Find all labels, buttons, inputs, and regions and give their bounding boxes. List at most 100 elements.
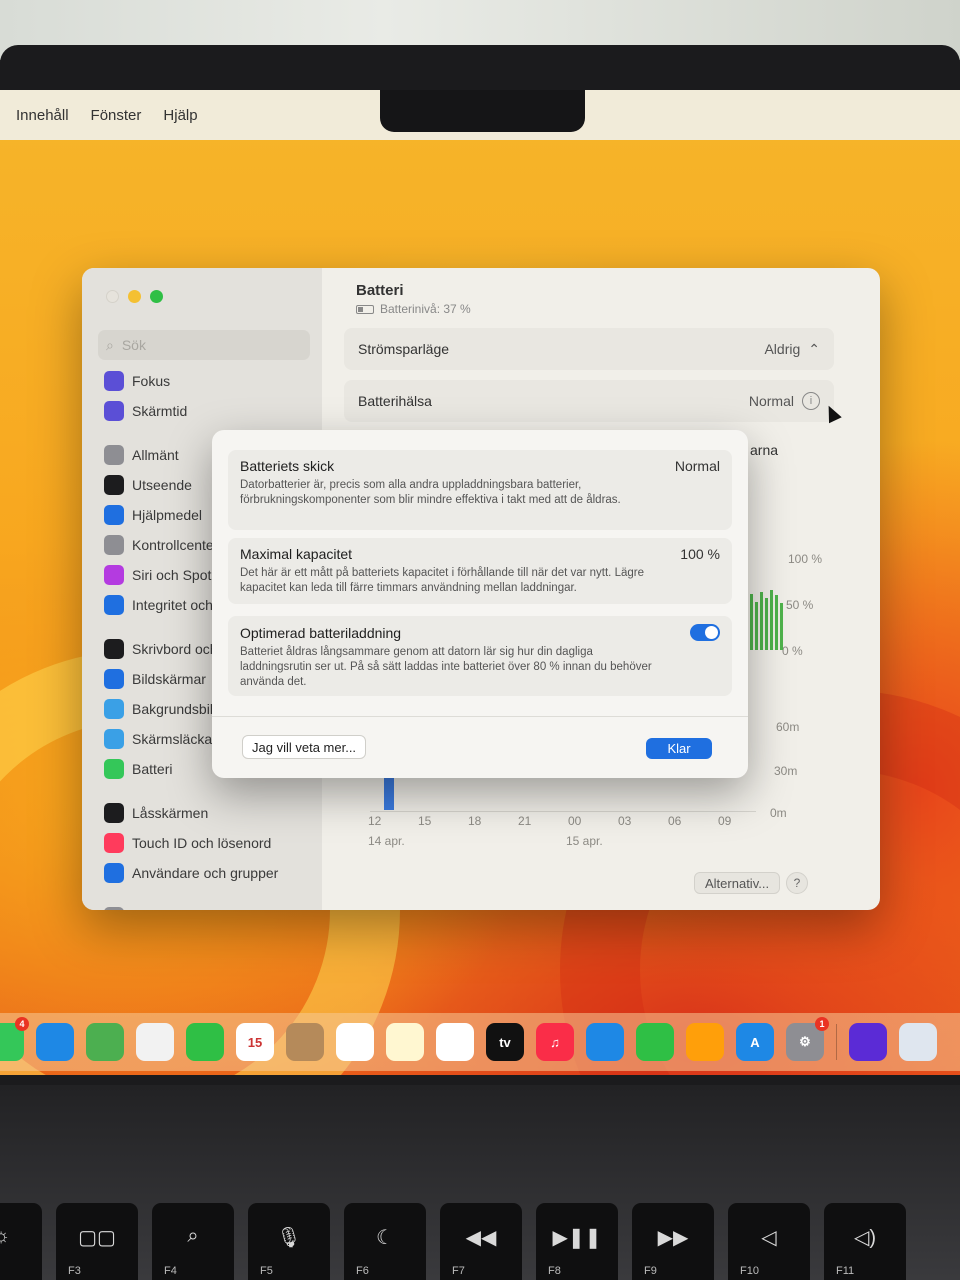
key-label: F7 — [452, 1265, 465, 1277]
key-label: F4 — [164, 1265, 177, 1277]
dock-icon-glyph: ♫ — [550, 1034, 560, 1050]
zoom-button[interactable] — [150, 290, 163, 303]
battery-level: Batterinivå: 37 % — [356, 302, 471, 316]
contacts-icon[interactable] — [286, 1023, 324, 1061]
sidebar-item-label: Lösenord — [132, 909, 190, 910]
battery-health-label: Batterihälsa — [358, 393, 432, 409]
pct-axis-label: 50 % — [786, 598, 814, 612]
search-field[interactable]: ⌕ Sök — [98, 330, 310, 360]
sidebar-item[interactable]: Fokus — [104, 366, 314, 396]
battery-level-text: Batterinivå: 37 % — [380, 302, 471, 316]
battery-condition-desc: Datorbatterier är, precis som alla andra… — [240, 479, 621, 506]
keynote-icon[interactable] — [586, 1023, 624, 1061]
function-key[interactable]: ▶❚❚ F8 — [536, 1203, 618, 1280]
pages-icon[interactable] — [686, 1023, 724, 1061]
sidebar-item[interactable]: Skärmtid — [104, 396, 314, 426]
function-key[interactable]: ⌕ F4 — [152, 1203, 234, 1280]
preview-icon[interactable] — [899, 1023, 937, 1061]
numbers-icon[interactable] — [636, 1023, 674, 1061]
search-placeholder: Sök — [121, 337, 146, 353]
photos-icon[interactable] — [136, 1023, 174, 1061]
min-axis-label: 0m — [770, 806, 787, 820]
function-key[interactable]: ◁) F11 — [824, 1203, 906, 1280]
power-mode-select[interactable]: Aldrig ⌃ — [764, 341, 820, 358]
power-mode-row[interactable]: Strömsparläge Aldrig ⌃ — [344, 328, 834, 370]
sidebar-item[interactable]: Låsskärmen — [104, 798, 314, 828]
sidebar-item[interactable]: Lösenord — [104, 902, 314, 910]
time-tick: 06 — [668, 814, 682, 828]
siri-icon — [104, 565, 124, 585]
function-key[interactable]: ▶▶ F9 — [632, 1203, 714, 1280]
shortcuts-icon[interactable] — [849, 1023, 887, 1061]
sidebar-item-label: Skärmtid — [132, 403, 188, 419]
sidebar-item-label: Skärmsläckare — [132, 731, 225, 747]
chevron-updown-icon: ⌃ — [808, 340, 820, 357]
appearance-icon — [104, 475, 124, 495]
battery-condition-title: Batteriets skick — [240, 458, 335, 474]
function-key[interactable]: ▢▢ F3 — [56, 1203, 138, 1280]
key-label: F8 — [548, 1265, 561, 1277]
calendar-icon[interactable]: 15 — [236, 1023, 274, 1061]
freeform-icon[interactable] — [436, 1023, 474, 1061]
optimized-charging-toggle[interactable] — [690, 624, 720, 641]
minimize-button[interactable] — [128, 290, 141, 303]
notification-badge: 1 — [815, 1017, 829, 1031]
key-symbol-icon: ▢▢ — [78, 1227, 116, 1249]
app-store-icon[interactable]: A — [736, 1023, 774, 1061]
key-label: F9 — [644, 1265, 657, 1277]
done-button[interactable]: Klar — [646, 738, 712, 759]
toggles-icon — [104, 535, 124, 555]
help-button[interactable]: ? — [786, 872, 808, 894]
music-icon[interactable]: ♫ — [536, 1023, 574, 1061]
max-capacity-value: 100 % — [680, 546, 720, 562]
moon-icon — [104, 371, 124, 391]
facetime-icon[interactable] — [186, 1023, 224, 1061]
notification-badge: 4 — [15, 1017, 29, 1031]
mail-icon[interactable] — [36, 1023, 74, 1061]
sidebar-item-label: Fokus — [132, 373, 171, 389]
function-key[interactable]: ☼F2 — [0, 1203, 42, 1280]
function-key[interactable]: ☾ F6 — [344, 1203, 426, 1280]
messages-icon[interactable]: 4 — [0, 1017, 29, 1061]
battery-health-row: Batterihälsa Normal i — [344, 380, 834, 422]
battery-health-sheet: Batteriets skick Normal Datorbatterier ä… — [212, 430, 748, 778]
function-key[interactable]: ◁ F10 — [728, 1203, 810, 1280]
tv-icon[interactable]: tv — [486, 1023, 524, 1061]
time-tick: 18 — [468, 814, 482, 828]
learn-more-button[interactable]: Jag vill veta mer... — [242, 735, 367, 759]
close-button[interactable] — [106, 290, 119, 303]
sidebar-item-label: Utseende — [132, 477, 192, 493]
battery-condition-card: Batteriets skick Normal Datorbatterier ä… — [228, 450, 732, 530]
screen: Innehåll Fönster Hjälp ⌕ Sök Fokus Skärmt… — [0, 90, 960, 1075]
sidebar-item-label: Batteri — [132, 761, 173, 777]
key-label: F5 — [260, 1265, 273, 1277]
max-capacity-title: Maximal kapacitet — [240, 546, 353, 562]
sidebar-item-label: Hjälpmedel — [132, 507, 203, 523]
key-icon — [104, 907, 124, 910]
menu-item-hjalp[interactable]: Hjälp — [163, 107, 197, 124]
key-label: F10 — [740, 1265, 759, 1277]
menu-item-innehall[interactable]: Innehåll — [16, 107, 69, 124]
power-mode-value: Aldrig — [764, 341, 801, 357]
options-button[interactable]: Alternativ... — [694, 872, 781, 894]
key-symbol-icon: ☾ — [376, 1227, 394, 1249]
info-icon[interactable]: i — [802, 392, 820, 410]
users-icon — [104, 863, 124, 883]
pct-axis-label: 0 % — [782, 644, 803, 658]
function-key[interactable]: 🎙 F5 — [248, 1203, 330, 1280]
system-settings-icon[interactable]: ⚙ 1 — [786, 1017, 829, 1061]
function-key[interactable]: ◀◀ F7 — [440, 1203, 522, 1280]
menu-item-fonster[interactable]: Fönster — [91, 107, 142, 124]
fingerprint-icon — [104, 833, 124, 853]
sidebar-item[interactable]: Användare och grupper — [104, 858, 314, 888]
key-symbol-icon: ◀◀ — [465, 1227, 497, 1249]
maps-icon[interactable] — [86, 1023, 124, 1061]
notes-icon[interactable] — [386, 1023, 424, 1061]
key-label: F3 — [68, 1265, 81, 1277]
sidebar-item-label: Bildskärmar — [132, 671, 206, 687]
time-tick: 21 — [518, 814, 532, 828]
search-icon: ⌕ — [106, 336, 114, 353]
sidebar-item[interactable]: Touch ID och lösenord — [104, 828, 314, 858]
key-symbol-icon: ☼ — [0, 1225, 11, 1247]
reminders-icon[interactable] — [336, 1023, 374, 1061]
